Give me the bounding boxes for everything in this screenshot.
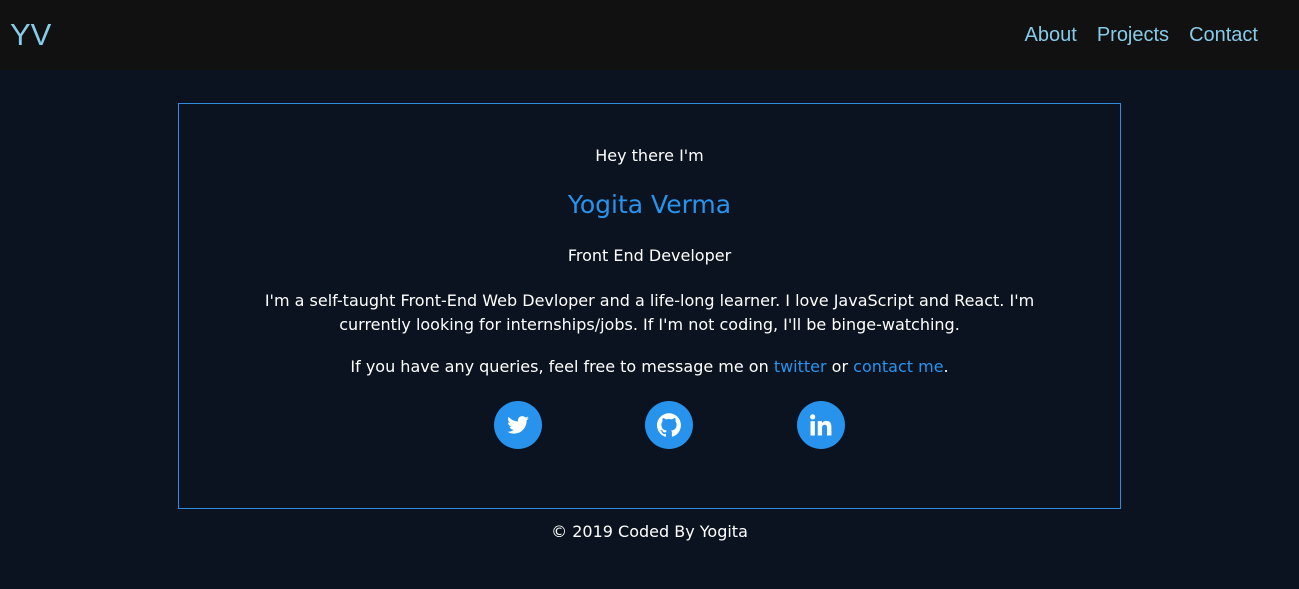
linkedin-button[interactable] (797, 401, 845, 449)
nav-link-contact[interactable]: Contact (1189, 22, 1258, 48)
brand-logo[interactable]: YV (10, 15, 51, 55)
social-links (179, 401, 1120, 449)
greeting-text: Hey there I'm (595, 146, 704, 165)
contact-line: If you have any queries, feel free to me… (179, 357, 1120, 377)
nav-link-projects[interactable]: Projects (1097, 22, 1169, 48)
contact-prefix: If you have any queries, feel free to me… (350, 357, 774, 376)
footer-text: © 2019 Coded By Yogita (551, 522, 748, 541)
twitter-icon (507, 416, 529, 434)
github-button[interactable] (645, 401, 693, 449)
twitter-button[interactable] (494, 401, 542, 449)
contact-middle: or (826, 357, 854, 376)
role-text: Front End Developer (567, 246, 732, 265)
bio-text: I'm a self-taught Front-End Web Devloper… (264, 291, 1035, 334)
twitter-link[interactable]: twitter (774, 357, 827, 376)
github-icon (657, 413, 681, 437)
footer: © 2019 Coded By Yogita (0, 522, 1299, 542)
nav-links: About Projects Contact (1025, 22, 1258, 48)
name-heading: Yogita Verma (567, 190, 732, 219)
contact-suffix: . (943, 357, 949, 376)
navbar: YV About Projects Contact (0, 0, 1299, 70)
contact-me-link[interactable]: contact me (853, 357, 943, 376)
nav-link-about[interactable]: About (1025, 22, 1077, 48)
intro-card: Hey there I'm Yogita Verma Front End Dev… (178, 103, 1121, 509)
linkedin-icon (810, 414, 832, 436)
